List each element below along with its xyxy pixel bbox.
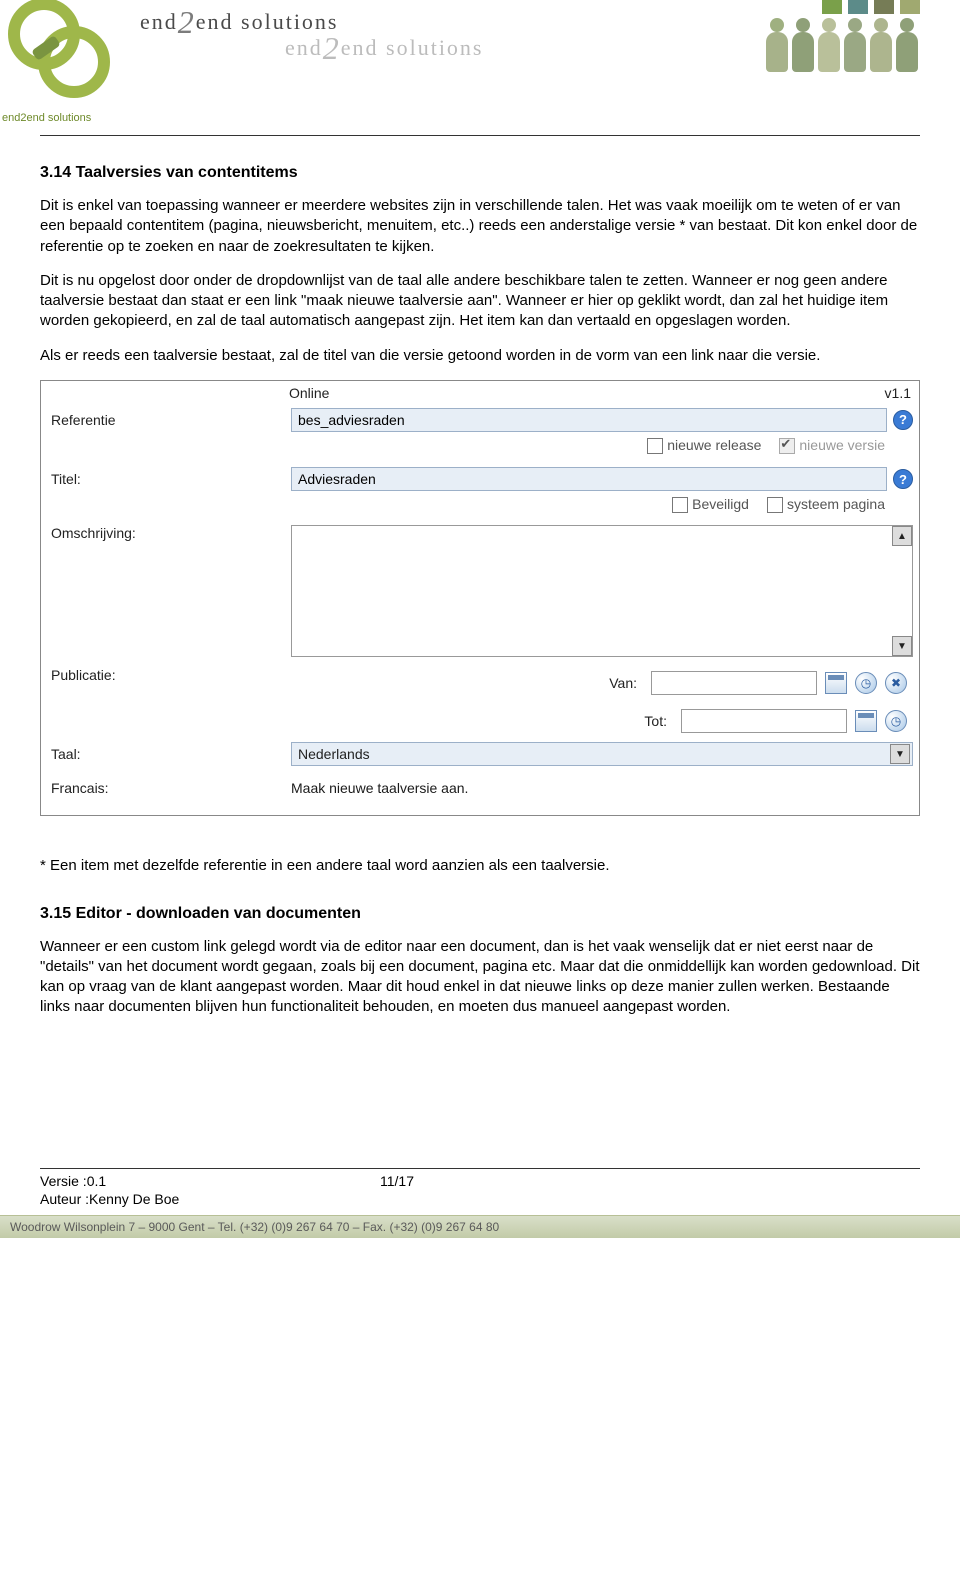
label-omschrijving: Omschrijving:: [41, 525, 291, 541]
label-referentie: Referentie: [41, 412, 291, 428]
label-tot: Tot:: [613, 713, 673, 729]
status-label: Online: [289, 385, 851, 401]
make-new-language-version-link[interactable]: Maak nieuwe taalversie aan.: [291, 780, 468, 796]
footer-page-number: 11/17: [380, 1173, 580, 1189]
time-icon[interactable]: ◷: [885, 710, 907, 732]
label-van: Van:: [583, 675, 643, 691]
page-footer: Versie :0.1 11/17 Auteur :Kenny De Boe: [40, 1168, 920, 1211]
header-right-decor: [764, 0, 920, 72]
scroll-up-icon[interactable]: ▲: [892, 526, 912, 546]
checkbox-systeem-pagina[interactable]: systeem pagina: [767, 496, 885, 513]
header-divider: [40, 135, 920, 136]
footer-address: Woodrow Wilsonplein 7 – 9000 Gent – Tel.…: [0, 1215, 960, 1238]
footnote: * Een item met dezelfde referentie in ee…: [40, 856, 920, 876]
people-icon: [894, 18, 920, 72]
help-icon[interactable]: ?: [893, 469, 913, 489]
label-publicatie: Publicatie:: [41, 667, 291, 683]
section-heading-3-15: 3.15 Editor - downloaden van documenten: [40, 905, 920, 923]
people-icon: [816, 18, 842, 72]
version-label: v1.1: [851, 385, 911, 401]
page-header: end2end solutions end2end solutions end2…: [40, 0, 920, 135]
calendar-icon[interactable]: [825, 672, 847, 694]
people-icon: [764, 18, 790, 72]
omschrijving-textarea[interactable]: ▲ ▼: [291, 525, 913, 657]
brand-two: 2: [178, 4, 196, 40]
brand-text-watermark: end2end solutions: [285, 30, 484, 67]
paragraph: Wanneer er een custom link gelegd wordt …: [40, 937, 920, 1018]
label-francais: Francais:: [41, 780, 291, 796]
taal-select[interactable]: Nederlands ▼: [291, 742, 913, 766]
people-icon: [868, 18, 894, 72]
checkbox-beveiligd[interactable]: Beveiligd: [672, 496, 749, 513]
paragraph: Dit is nu opgelost door onder de dropdow…: [40, 271, 920, 332]
label-titel: Titel:: [41, 471, 291, 487]
titel-input[interactable]: [291, 467, 887, 491]
people-icon: [790, 18, 816, 72]
publicatie-tot-input[interactable]: [681, 709, 847, 733]
time-icon[interactable]: ◷: [855, 672, 877, 694]
logo-label: end2end solutions: [2, 112, 91, 124]
publicatie-van-input[interactable]: [651, 671, 817, 695]
people-icon: [842, 18, 868, 72]
checkbox-nieuwe-versie[interactable]: nieuwe versie: [779, 437, 885, 454]
logo: end2end solutions: [8, 0, 126, 124]
help-icon[interactable]: ?: [893, 410, 913, 430]
footer-auteur: Auteur :Kenny De Boe: [40, 1191, 920, 1207]
chevron-down-icon: ▼: [890, 744, 910, 764]
calendar-icon[interactable]: [855, 710, 877, 732]
clear-icon[interactable]: ✖: [885, 672, 907, 694]
brand-pre: end: [140, 9, 178, 34]
section-heading-3-14: 3.14 Taalversies van contentitems: [40, 164, 920, 182]
checkbox-nieuwe-release[interactable]: nieuwe release: [647, 437, 761, 454]
referentie-input[interactable]: [291, 408, 887, 432]
footer-versie: Versie :0.1: [40, 1173, 380, 1189]
paragraph: Dit is enkel van toepassing wanneer er m…: [40, 196, 920, 257]
form-screenshot: Online v1.1 Referentie ? nieuwe release …: [40, 380, 920, 817]
paragraph: Als er reeds een taalversie bestaat, zal…: [40, 346, 920, 366]
taal-select-value: Nederlands: [298, 746, 370, 762]
scroll-down-icon[interactable]: ▼: [892, 636, 912, 656]
label-taal: Taal:: [41, 746, 291, 762]
